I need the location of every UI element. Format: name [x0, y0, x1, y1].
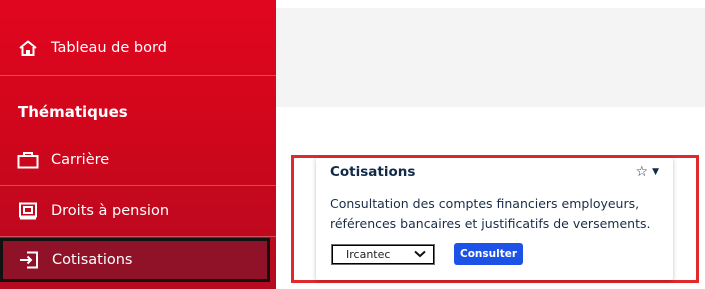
- regime-select[interactable]: Ircantec: [331, 244, 435, 265]
- card-description: Consultation des comptes financiers empl…: [330, 196, 651, 231]
- sidebar-item-dashboard[interactable]: Tableau de bord: [0, 20, 276, 76]
- sidebar-item-label: Tableau de bord: [51, 39, 167, 56]
- sidebar-item-carriere[interactable]: Carrière: [0, 135, 276, 186]
- chevron-down-icon: [414, 248, 426, 261]
- enter-icon: [18, 249, 40, 271]
- caret-down-icon: ▼: [652, 167, 659, 177]
- favorite-menu[interactable]: ☆ ▼: [636, 164, 659, 180]
- home-icon: [17, 37, 39, 59]
- sidebar-item-label: Carrière: [51, 152, 110, 168]
- sidebar-item-label: Cotisations: [52, 252, 133, 268]
- pension-icon: [17, 200, 39, 222]
- consulter-button[interactable]: Consulter: [454, 243, 523, 265]
- section-heading: Thématiques: [18, 103, 128, 121]
- cotisations-card: Cotisations ☆ ▼ Consultation des comptes…: [316, 158, 673, 280]
- top-banner-area: [276, 8, 705, 107]
- sidebar-item-cotisations[interactable]: Cotisations: [0, 238, 270, 282]
- sidebar-item-droits-pension[interactable]: Droits à pension: [0, 186, 276, 237]
- briefcase-icon: [17, 149, 39, 171]
- sidebar: Tableau de bord Thématiques Carrière Dro…: [0, 0, 276, 289]
- card-title: Cotisations: [330, 164, 416, 180]
- select-value: Ircantec: [346, 248, 391, 261]
- sidebar-item-label: Droits à pension: [51, 203, 170, 219]
- star-icon: ☆: [635, 164, 649, 180]
